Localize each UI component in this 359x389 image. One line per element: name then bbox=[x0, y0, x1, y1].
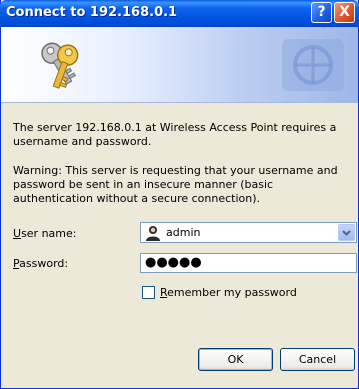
help-button[interactable]: ? bbox=[311, 2, 332, 23]
ok-button[interactable]: OK bbox=[198, 348, 273, 371]
title-bar[interactable]: Connect to 192.168.0.1 ? X bbox=[0, 0, 359, 27]
chevron-down-icon bbox=[342, 230, 351, 236]
username-label-text: ser name: bbox=[21, 227, 77, 240]
username-value: admin bbox=[166, 226, 201, 239]
password-mask: ●●●●● bbox=[145, 255, 202, 270]
username-label: User name: bbox=[13, 227, 76, 240]
server-message: The server 192.168.0.1 at Wireless Acces… bbox=[13, 121, 337, 148]
password-label-text: assword: bbox=[19, 257, 69, 270]
username-access-key: U bbox=[13, 227, 22, 240]
cancel-button[interactable]: Cancel bbox=[280, 348, 355, 371]
banner-divider bbox=[1, 102, 358, 103]
dialog-title: Connect to 192.168.0.1 bbox=[6, 5, 178, 20]
password-field[interactable]: ●●●●● bbox=[140, 253, 357, 273]
security-warning: Warning: This server is requesting that … bbox=[13, 164, 338, 205]
close-button[interactable]: X bbox=[334, 2, 355, 23]
password-label: Password: bbox=[13, 257, 68, 270]
user-icon bbox=[146, 226, 160, 241]
remember-password-checkbox[interactable] bbox=[142, 286, 155, 299]
keys-icon bbox=[41, 42, 79, 89]
remember-password-label[interactable]: Remember my password bbox=[160, 286, 297, 299]
dialog-banner bbox=[1, 27, 358, 102]
globe-watermark-icon bbox=[282, 39, 344, 91]
remember-label-text: emember my password bbox=[167, 286, 297, 299]
username-dropdown-button[interactable] bbox=[338, 224, 355, 241]
username-combobox[interactable]: admin bbox=[140, 222, 357, 243]
connect-dialog: Connect to 192.168.0.1 ? X The server 19… bbox=[0, 0, 359, 389]
